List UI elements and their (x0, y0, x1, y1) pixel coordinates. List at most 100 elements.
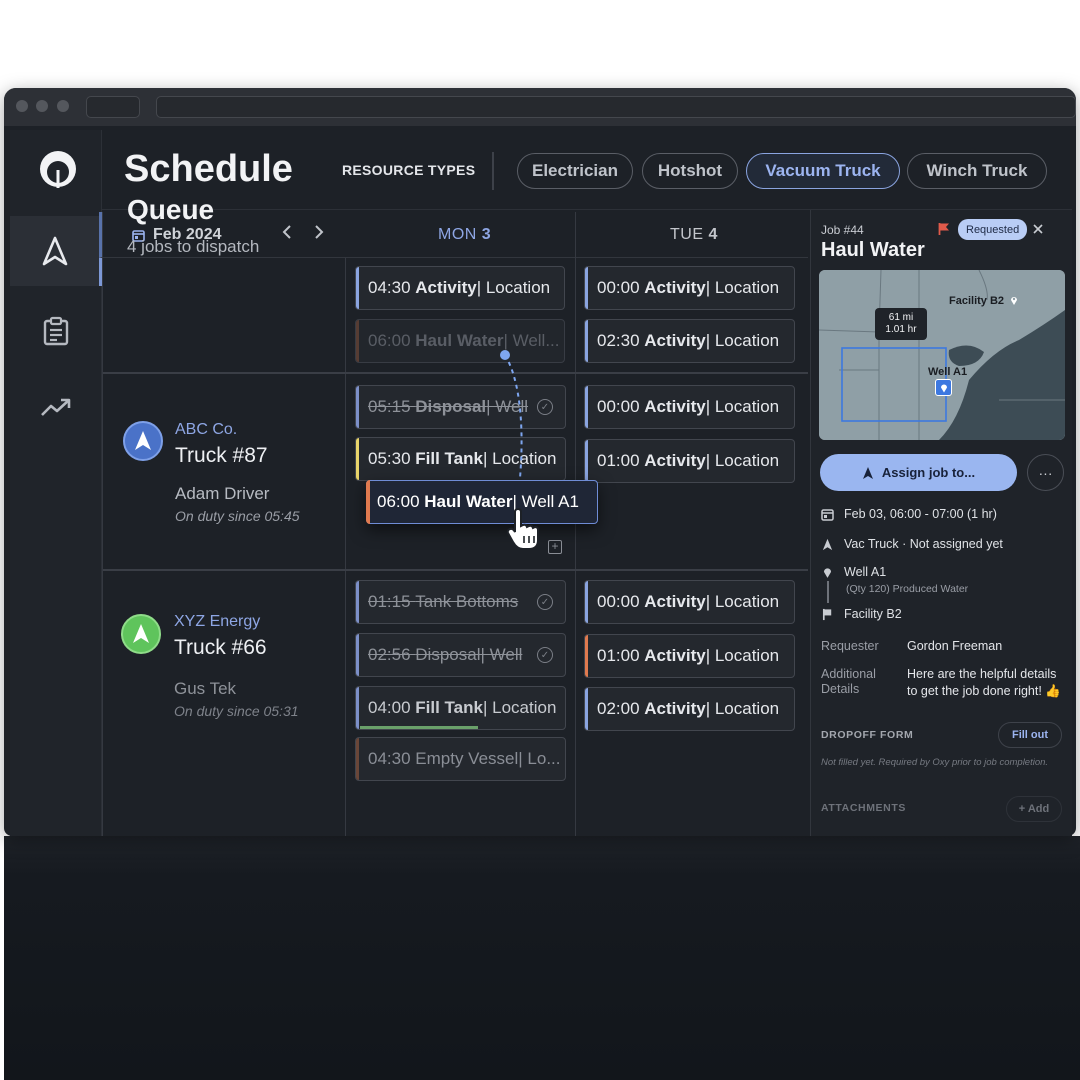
map-canvas (819, 270, 1065, 440)
row-divider (103, 569, 808, 571)
job-title: Activity (644, 278, 706, 297)
job-location: | Location (705, 397, 780, 416)
duty-status: On duty since 05:45 (175, 508, 300, 524)
requester-label: Requester (821, 639, 879, 653)
check-circle-icon: ✓ (537, 594, 553, 610)
chevron-right-icon (315, 225, 324, 239)
map-facility-label: Facility B2 (949, 295, 1005, 307)
chip-electrician[interactable]: Electrician (517, 153, 633, 189)
job-title: Haul Water (424, 492, 513, 511)
resource-types-label: RESOURCE TYPES (342, 162, 476, 178)
add-job-icon[interactable]: + (548, 540, 562, 554)
route-connector (827, 581, 829, 603)
job-card[interactable]: 00:00 Activity | Location (584, 580, 795, 624)
map-well-marker[interactable] (935, 379, 952, 396)
job-detail-panel: Job #44 Requested Haul Water 61 mi 1.01 … (810, 210, 1072, 836)
next-week-button[interactable] (314, 223, 324, 244)
column-divider (345, 258, 346, 836)
job-title: Disposal (415, 397, 487, 416)
progress-bar (360, 726, 478, 729)
chip-winch-truck[interactable]: Winch Truck (907, 153, 1047, 189)
job-number: Job #44 (821, 223, 864, 237)
window-minimize-dot[interactable] (36, 100, 48, 112)
more-options-button[interactable]: ··· (1027, 454, 1064, 491)
add-attachment-button[interactable]: + Add (1006, 796, 1062, 822)
job-vehicle: Vac Truck · Not assigned yet (844, 537, 1003, 551)
job-title: Tank Bottoms (415, 592, 519, 611)
nav-dispatch[interactable] (10, 216, 102, 286)
job-card[interactable]: 04:30 Activity | Location (355, 266, 565, 310)
navigation-arrow-icon (862, 466, 873, 479)
window-close-dot[interactable] (16, 100, 28, 112)
job-location: | Location (705, 278, 780, 297)
driver-name: Gus Tek (174, 679, 237, 698)
route-tooltip: 61 mi 1.01 hr (875, 308, 927, 340)
job-card[interactable]: 02:30 Activity | Location (584, 319, 795, 363)
chip-hotshot[interactable]: Hotshot (642, 153, 738, 189)
job-card[interactable]: 04:30 Empty Vessel | Lo... (355, 737, 566, 781)
job-time: 01:15 (368, 592, 411, 611)
assign-job-label: Assign job to... (881, 465, 976, 480)
job-title: Activity (644, 592, 706, 611)
queue-title: Queue (127, 194, 215, 225)
job-card[interactable]: 00:00 Activity | Location (584, 385, 795, 429)
job-card-in-progress[interactable]: 04:00 Fill Tank | Location (355, 686, 566, 730)
browser-address-bar[interactable] (156, 96, 1076, 118)
nav-analytics[interactable] (10, 372, 102, 442)
job-card-completed[interactable]: 01:15 Tank Bottoms ✓ (355, 580, 566, 624)
job-time: 02:00 (597, 699, 640, 718)
day-dow: TUE (670, 226, 704, 243)
job-time: 05:30 (368, 449, 411, 468)
job-datetime-row: Feb 03, 06:00 - 07:00 (1 hr) (821, 507, 997, 521)
chip-vacuum-truck[interactable]: Vacuum Truck (746, 153, 900, 189)
window-maximize-dot[interactable] (57, 100, 69, 112)
avatar (121, 614, 161, 654)
day-header-mon[interactable]: MON 3 (438, 226, 491, 244)
window-titlebar (4, 88, 1076, 126)
schedule-header: Schedule RESOURCE TYPES Electrician Hots… (102, 130, 1072, 210)
map-pin-icon (823, 567, 832, 578)
job-time: 04:30 (368, 749, 411, 768)
job-title: Activity (644, 397, 706, 416)
job-time: 01:00 (597, 451, 640, 470)
route-duration: 1.01 hr (885, 324, 917, 335)
job-location: | Location (705, 451, 780, 470)
job-detail-title: Haul Water (821, 239, 925, 261)
truck-name: Truck #66 (174, 636, 267, 659)
job-title: Haul Water (415, 331, 504, 350)
day-num: 3 (481, 226, 492, 243)
job-card[interactable]: 01:00 Activity | Location (584, 634, 795, 678)
job-card[interactable]: 00:00 Activity | Location (584, 266, 795, 310)
additional-details-value: Here are the helpful details to get the … (907, 667, 1061, 698)
job-vehicle-row: Vac Truck · Not assigned yet (821, 537, 1003, 551)
browser-nav-button[interactable] (86, 96, 140, 118)
company-name: ABC Co. (175, 421, 238, 438)
map-pin-icon (940, 384, 947, 392)
day-dow: MON (438, 226, 477, 243)
chevron-left-icon (282, 225, 291, 239)
truck-name: Truck #87 (175, 444, 268, 467)
close-icon[interactable] (1033, 224, 1043, 234)
job-card-completed[interactable]: 02:56 Disposal | Well ✓ (355, 633, 566, 677)
job-pickup: Well A1 (844, 565, 887, 579)
page-title: Schedule (124, 148, 293, 190)
job-title: Disposal (415, 645, 481, 664)
dragging-job-card[interactable]: 06:00 Haul Water | Well A1 (366, 480, 598, 524)
route-map[interactable]: 61 mi 1.01 hr Facility B2 Well A1 (819, 270, 1065, 440)
assign-job-button[interactable]: Assign job to... (820, 454, 1017, 491)
calendar-icon (821, 508, 834, 521)
check-circle-icon: ✓ (537, 399, 553, 415)
job-card[interactable]: 02:00 Activity | Location (584, 687, 795, 731)
nav-jobs[interactable] (10, 296, 102, 366)
fill-out-button[interactable]: Fill out (998, 722, 1062, 748)
navigation-arrow-icon (133, 624, 149, 643)
app-logo-icon (40, 151, 76, 188)
job-time: 04:00 (368, 698, 411, 717)
clipboard-icon (43, 316, 69, 346)
job-title: Activity (415, 278, 477, 297)
requester-value: Gordon Freeman (907, 639, 1003, 653)
day-header-tue[interactable]: TUE 4 (670, 226, 718, 244)
prev-week-button[interactable] (282, 223, 292, 244)
job-card[interactable]: 01:00 Activity | Location (584, 439, 795, 483)
job-time: 00:00 (597, 397, 640, 416)
